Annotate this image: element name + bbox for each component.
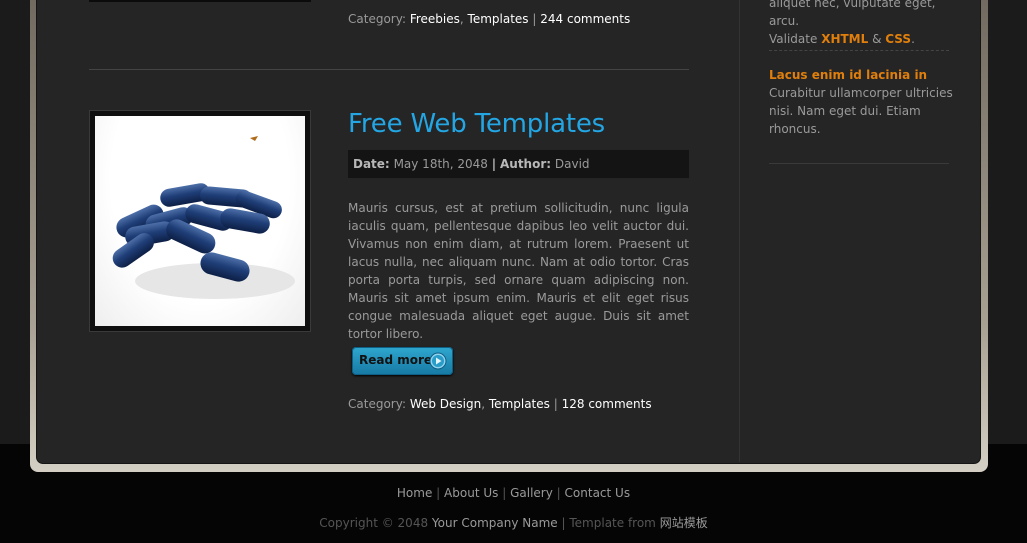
category-label: Category: (348, 12, 406, 26)
sidebar-text-block: aliquet nec, vulputate eget, arcu. Valid… (769, 0, 954, 48)
sidebar-line: aliquet nec, vulputate eget, arcu. (769, 0, 936, 28)
separator: | (553, 397, 558, 411)
author-label: Author: (499, 157, 552, 171)
post-divider (89, 69, 689, 70)
post-thumbnail[interactable] (89, 110, 311, 332)
footer-link-about-us[interactable]: About Us (444, 486, 498, 500)
footer-link-contact-us[interactable]: Contact Us (565, 486, 631, 500)
read-more-label: Read more (359, 353, 433, 367)
footer-link-home[interactable]: Home (397, 486, 432, 500)
xhtml-link[interactable]: XHTML (821, 32, 868, 46)
post-date: May 18th, 2048 (393, 157, 488, 171)
play-arrow-icon (429, 352, 447, 370)
sidebar-news-text: Curabitur ullamcorper ultricies nisi. Na… (769, 86, 953, 136)
validate-label: Validate (769, 32, 818, 46)
footer-copyright: Copyright © 2048 Your Company Name | Tem… (319, 516, 708, 530)
category-link-templates[interactable]: Templates (468, 12, 529, 26)
ampersand: & (872, 32, 882, 46)
footer-nav: Home | About Us | Gallery | Contact Us (396, 486, 631, 500)
previous-post-category-line: Category: Freebies, Templates | 244 comm… (348, 12, 631, 26)
comments-link[interactable]: 128 comments (562, 397, 652, 411)
footer-link-gallery[interactable]: Gallery (510, 486, 553, 500)
copyright-text: Copyright © 2048 (319, 516, 429, 530)
template-site-link[interactable]: 网站模板 (660, 516, 708, 530)
date-label: Date: (353, 157, 390, 171)
previous-post-thumbnail[interactable] (89, 0, 311, 2)
sidebar-divider-bottom (769, 163, 949, 164)
separator: | (532, 12, 537, 26)
category-link-web-design[interactable]: Web Design (410, 397, 481, 411)
post-body: Mauris cursus, est at pretium sollicitud… (348, 201, 689, 341)
post-author: David (554, 157, 590, 171)
sidebar-divider (739, 0, 740, 462)
sidebar-divider-dashed (769, 50, 949, 51)
company-link[interactable]: Your Company Name (432, 516, 558, 530)
css-link[interactable]: CSS (885, 32, 911, 46)
category-link-freebies[interactable]: Freebies (410, 12, 460, 26)
category-link-templates[interactable]: Templates (489, 397, 550, 411)
post-meta-bar: Date: May 18th, 2048 | Author: David (348, 150, 689, 178)
post-title[interactable]: Free Web Templates (348, 109, 605, 139)
pills-image (95, 116, 305, 326)
period: . (911, 32, 915, 46)
template-from-text: Template from (569, 516, 656, 530)
read-more-button[interactable]: Read more (352, 347, 453, 375)
comments-link[interactable]: 244 comments (540, 12, 630, 26)
sidebar-news-item: Lacus enim id lacinia in Curabitur ullam… (769, 66, 954, 138)
post-category-line: Category: Web Design, Templates | 128 co… (348, 397, 652, 411)
sidebar-news-title[interactable]: Lacus enim id lacinia in (769, 66, 954, 84)
blue-pills-illustration (112, 136, 295, 299)
category-label: Category: (348, 397, 406, 411)
